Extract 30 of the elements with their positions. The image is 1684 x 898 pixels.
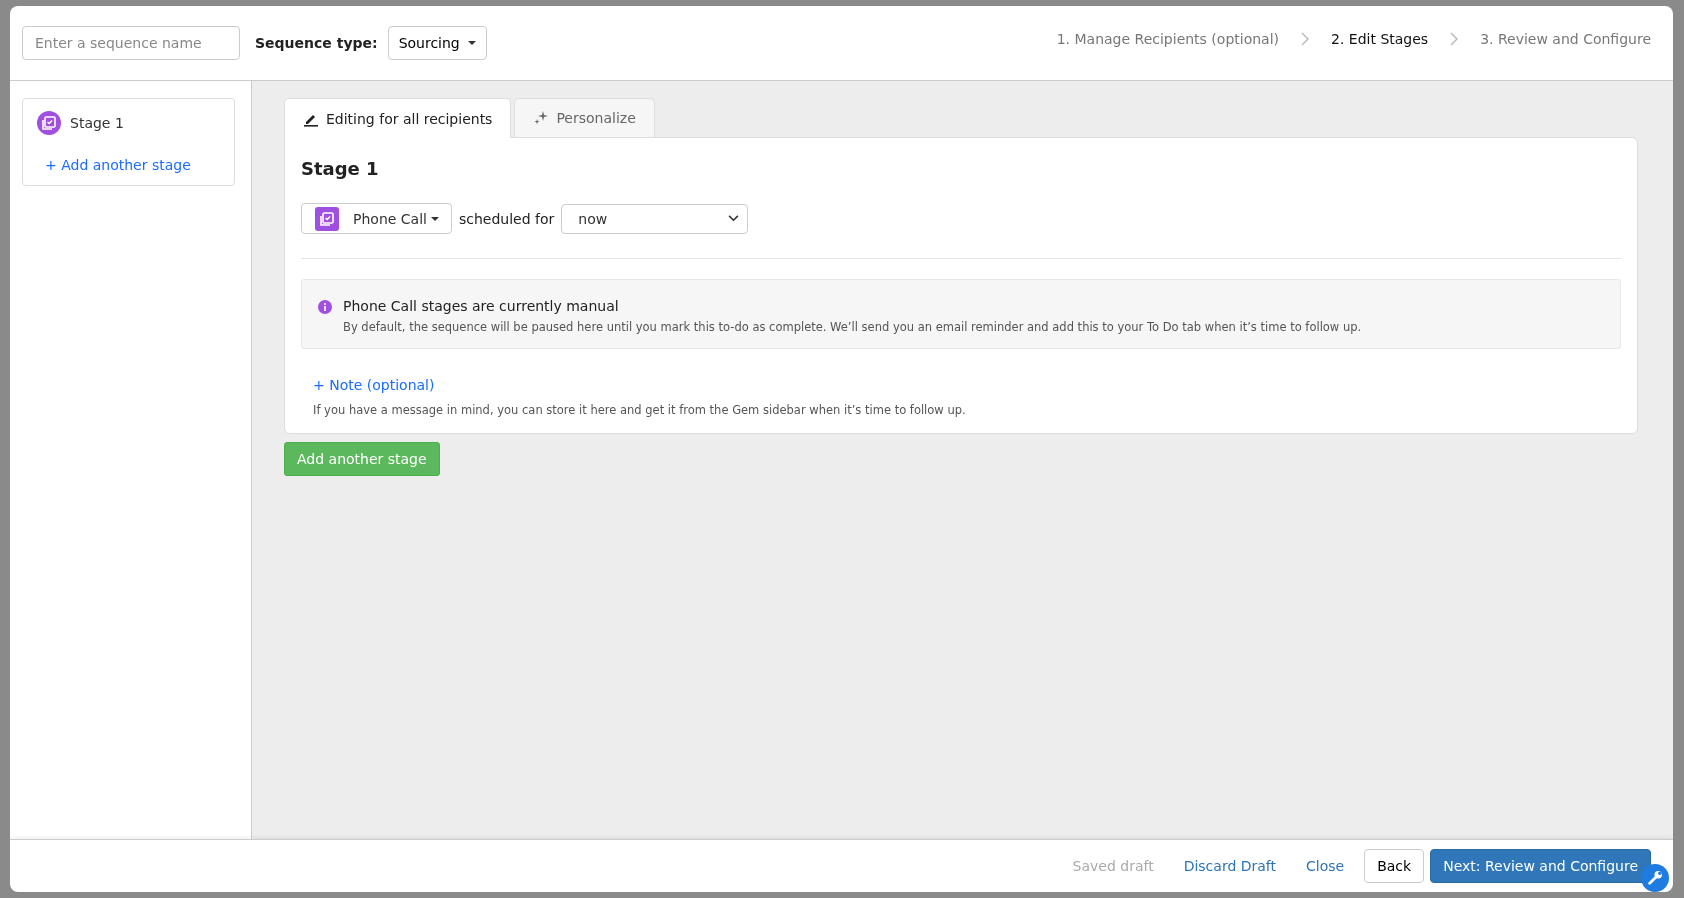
- sequence-type-label: Sequence type:: [255, 35, 378, 51]
- wrench-icon[interactable]: [1641, 864, 1669, 892]
- tab[interactable]: Editing for all recipients: [284, 98, 512, 138]
- next-button[interactable]: Next: Review and Configure: [1430, 849, 1651, 883]
- add-note-link[interactable]: + Note (optional): [313, 377, 1621, 393]
- info-icon: [318, 300, 332, 314]
- chevron-right-icon: [1301, 32, 1309, 46]
- add-stage-link[interactable]: + Add another stage: [45, 157, 220, 173]
- checklist-icon: [37, 111, 61, 135]
- discard-draft-link[interactable]: Discard Draft: [1183, 858, 1277, 874]
- scheduled-label: scheduled for: [458, 210, 555, 227]
- schedule-select[interactable]: now: [561, 203, 749, 234]
- stage-list-item[interactable]: Stage 1: [37, 109, 220, 137]
- tab[interactable]: Personalize: [514, 98, 655, 137]
- stage-title: Stage 1: [301, 158, 380, 179]
- chevron-right-icon: [1450, 32, 1459, 46]
- info-text: By default, the sequence will be paused here until you mark this to-do as complete. We’ll send you an email reminder and add this to your To Do tab when it’s time to follow up.: [343, 320, 1362, 334]
- save-status: Saved draft: [1072, 858, 1154, 874]
- note-help-text: If you have a message in mind, you can store it here and get it from the Gem sidebar when it’s time to follow up.: [313, 403, 967, 417]
- wizard-step[interactable]: 1. Manage Recipients (optional): [1056, 31, 1279, 47]
- sequence-type-dropdown[interactable]: Sourcing: [387, 26, 487, 60]
- back-button[interactable]: Back: [1364, 849, 1425, 883]
- chevron-down-icon: [728, 215, 740, 222]
- wizard-step[interactable]: 2. Edit Stages: [1331, 31, 1429, 47]
- sequence-name-field[interactable]: Enter a sequence name: [22, 26, 240, 60]
- stage-type-dropdown[interactable]: Phone Call: [301, 203, 452, 234]
- close-link[interactable]: Close: [1306, 858, 1345, 874]
- checklist-icon: [315, 206, 339, 231]
- info-title: Phone Call stages are currently manual: [343, 298, 620, 314]
- wizard-step[interactable]: 3. Review and Configure: [1480, 31, 1651, 47]
